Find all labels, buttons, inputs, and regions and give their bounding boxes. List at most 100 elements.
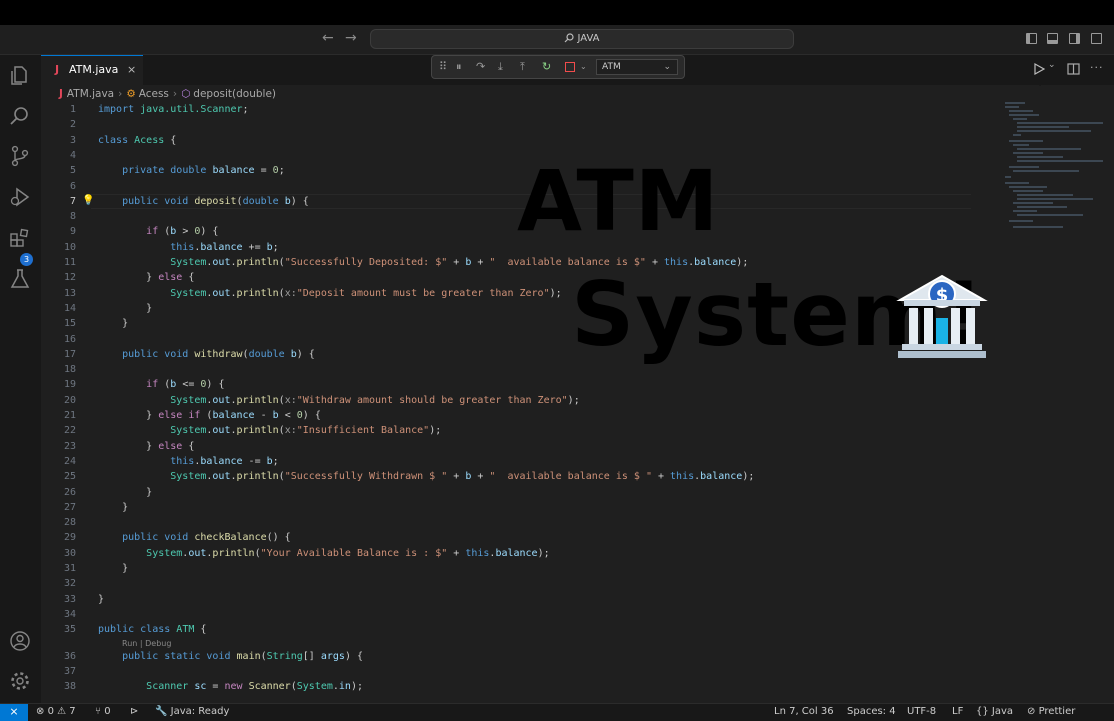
warning-count: 7 xyxy=(69,706,76,717)
line-number: 16 xyxy=(63,333,76,345)
code-line[interactable]: } xyxy=(98,592,104,607)
run-and-debug-icon[interactable] xyxy=(9,186,31,208)
line-number: 35 xyxy=(63,624,76,636)
toggle-secondary-sidebar-icon[interactable] xyxy=(1069,33,1080,44)
line-number: 27 xyxy=(63,501,76,513)
lightbulb-icon[interactable]: 💡 xyxy=(82,195,94,206)
ports-indicator[interactable]: ⑂ 0 xyxy=(95,704,111,720)
restart-icon[interactable]: ↻ xyxy=(542,61,551,73)
code-line[interactable]: public class ATM { xyxy=(98,622,206,637)
line-number: 21 xyxy=(63,410,76,421)
line-number: 1 xyxy=(69,104,76,115)
split-editor-icon[interactable] xyxy=(1067,63,1080,75)
line-number: 17 xyxy=(63,348,76,360)
breadcrumb-file[interactable]: ATM.java xyxy=(67,88,114,100)
video-top-band xyxy=(0,0,1114,25)
breadcrumb-method[interactable]: deposit(double) xyxy=(193,88,276,100)
explorer-icon[interactable] xyxy=(9,64,31,86)
code-line[interactable]: System.out.println(x:"Deposit amount mus… xyxy=(98,286,561,301)
java-status[interactable]: 🔧 Java: Ready xyxy=(155,704,229,720)
line-number: 23 xyxy=(63,440,76,452)
code-line[interactable]: this.balance -= b; xyxy=(98,454,278,469)
drag-handle-icon[interactable]: ⠿ xyxy=(439,61,447,73)
customize-layout-icon[interactable] xyxy=(1091,33,1102,44)
code-line[interactable]: System.out.println(x:"Insufficient Balan… xyxy=(98,423,441,438)
language-mode[interactable]: {} Java xyxy=(976,704,1013,720)
language-label: Java xyxy=(991,706,1014,717)
end-of-line[interactable]: LF xyxy=(952,704,963,720)
back-arrow-icon[interactable]: ← xyxy=(322,30,334,46)
tab-atm-java[interactable]: J ATM.java × xyxy=(41,55,143,85)
pause-icon[interactable]: ⏸ xyxy=(456,61,462,73)
more-actions-icon[interactable]: ··· xyxy=(1090,61,1104,74)
problems-indicator[interactable]: ⊗ 0 ⚠ 7 xyxy=(36,704,76,720)
formatter-label: Prettier xyxy=(1038,706,1076,717)
code-line[interactable]: } xyxy=(98,561,128,576)
line-number: 28 xyxy=(63,517,76,529)
stop-dropdown-chevron-icon[interactable]: ⌄ xyxy=(580,61,587,73)
code-line[interactable]: public void checkBalance() { xyxy=(98,530,291,545)
code-editor[interactable]: J ATM.java › ⚙ Acess › ⬡ deposit(double) 1 impor… xyxy=(41,85,1114,703)
indentation[interactable]: Spaces: 4 xyxy=(847,704,896,720)
step-over-icon[interactable]: ↷ xyxy=(476,61,485,73)
code-line[interactable]: public void deposit(double b) { xyxy=(98,194,309,209)
code-line[interactable]: System.out.println("Successfully Deposit… xyxy=(98,255,748,270)
method-symbol-icon: ⬡ xyxy=(181,88,191,100)
command-center-search[interactable]: JAVA xyxy=(370,29,794,49)
debug-config-select[interactable]: ATM ⌄ xyxy=(596,59,678,75)
code-line[interactable]: } xyxy=(98,316,128,331)
code-line[interactable]: } xyxy=(98,301,152,316)
line-number: 5 xyxy=(69,165,76,177)
toggle-primary-sidebar-icon[interactable] xyxy=(1026,33,1037,44)
code-line[interactable]: if (b > 0) { xyxy=(98,224,218,239)
forward-arrow-icon[interactable]: → xyxy=(345,30,357,46)
code-line[interactable]: System.out.println(x:"Withdraw amount sh… xyxy=(98,393,579,408)
code-line[interactable]: Scanner sc = new Scanner(System.in); xyxy=(98,679,363,694)
step-into-icon[interactable]: ⤓ xyxy=(498,61,503,73)
accounts-icon[interactable] xyxy=(9,630,31,652)
code-line[interactable]: } else { xyxy=(98,439,194,454)
code-line[interactable]: } else { xyxy=(98,270,194,285)
code-line[interactable]: private double balance = 0; xyxy=(98,163,285,178)
prettier-status[interactable]: ⊘ Prettier xyxy=(1027,704,1075,720)
breadcrumb-class[interactable]: Acess xyxy=(139,88,169,100)
close-tab-icon[interactable]: × xyxy=(127,56,136,84)
code-line[interactable]: public static void main(String[] args) { xyxy=(98,649,363,664)
activity-bar: 3 xyxy=(0,55,42,703)
breadcrumb-separator-icon: › xyxy=(118,88,123,100)
code-line[interactable]: import java.util.Scanner; xyxy=(98,102,249,117)
testing-flask-icon[interactable] xyxy=(9,268,31,290)
code-line[interactable]: class Acess { xyxy=(98,133,176,148)
code-line[interactable]: } else if (balance - b < 0) { xyxy=(98,408,321,423)
toggle-panel-icon[interactable] xyxy=(1047,33,1058,44)
encoding[interactable]: UTF-8 xyxy=(907,704,936,720)
code-line[interactable]: public void withdraw(double b) { xyxy=(98,347,315,362)
code-line[interactable]: if (b <= 0) { xyxy=(98,377,224,392)
search-icon[interactable] xyxy=(9,105,31,127)
status-bar: ⨯ ⊗ 0 ⚠ 7 ⑂ 0 ⊳ 🔧 Java: Ready Ln 7, Col … xyxy=(0,703,1114,721)
run-dropdown-chevron-icon[interactable]: ⌄ xyxy=(1048,60,1056,70)
run-java-icon[interactable] xyxy=(1033,63,1045,75)
java-file-icon: J xyxy=(55,63,60,76)
remote-indicator-icon[interactable]: ⨯ xyxy=(0,704,28,721)
stop-icon[interactable] xyxy=(565,62,575,72)
line-number: 3 xyxy=(69,134,76,146)
cursor-position[interactable]: Ln 7, Col 36 xyxy=(774,704,834,720)
source-control-icon[interactable] xyxy=(9,145,31,167)
line-number: 11 xyxy=(63,257,76,268)
extensions-icon[interactable] xyxy=(9,227,31,249)
line-number: 29 xyxy=(63,532,76,544)
code-line[interactable]: System.out.println("Successfully Withdra… xyxy=(98,469,754,484)
step-out-icon[interactable]: ⤒ xyxy=(520,61,525,73)
minimap[interactable] xyxy=(1003,101,1111,241)
code-line[interactable]: } xyxy=(98,500,128,515)
svg-text:$: $ xyxy=(936,285,949,306)
code-line[interactable]: } xyxy=(98,485,152,500)
line-number: 38 xyxy=(63,681,76,693)
code-line[interactable]: System.out.println("Your Available Balan… xyxy=(98,546,549,561)
manage-gear-icon[interactable] xyxy=(9,670,31,692)
line-number: 18 xyxy=(63,364,76,376)
debug-launch-icon[interactable]: ⊳ xyxy=(130,704,138,720)
code-line[interactable]: this.balance += b; xyxy=(98,240,278,255)
code-lens-run-debug[interactable]: Run | Debug xyxy=(122,639,171,648)
